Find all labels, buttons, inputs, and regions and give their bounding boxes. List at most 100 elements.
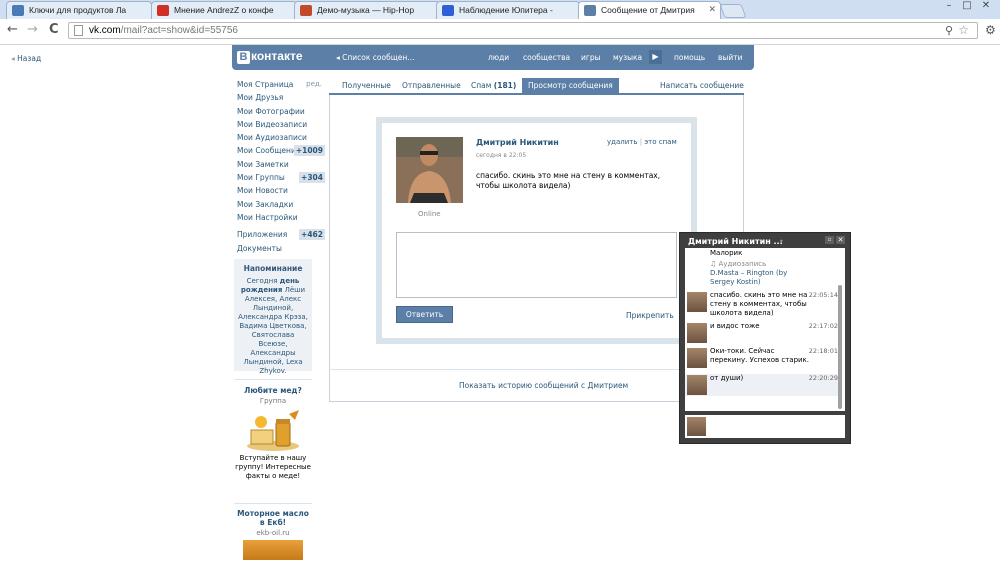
sidebar-item-audio[interactable]: Мои Аудиозаписи xyxy=(237,131,325,144)
reminder-names[interactable]: Лёши Алексея, Алекс Лындиной, Александра… xyxy=(238,286,308,375)
vk-logo[interactable]: Вконтакте xyxy=(237,49,303,64)
sidebar-item-groups[interactable]: Мои Группы +304 xyxy=(237,171,325,184)
sidebar-item-messages[interactable]: Мои Сообщения +1009 xyxy=(237,144,325,157)
back-link[interactable]: ◂ Назад xyxy=(11,54,41,63)
new-tab-button[interactable] xyxy=(719,4,747,18)
chat-title[interactable]: Дмитрий Никитин ... xyxy=(688,237,783,246)
chat-input[interactable] xyxy=(685,415,845,438)
reload-button[interactable]: C xyxy=(49,22,59,37)
sender-name[interactable]: Дмитрий Никитин xyxy=(476,138,559,147)
sidebar-item-my-page[interactable]: Моя Страница ред. xyxy=(237,78,325,91)
show-history-link[interactable]: Показать историю сообщений с Дмитрием xyxy=(459,381,628,390)
delete-link[interactable]: удалить xyxy=(607,138,638,146)
sidebar-item-label: Моя Страница xyxy=(237,80,294,89)
ad-title[interactable]: Любите мед? xyxy=(234,386,312,395)
minimize-chat-icon[interactable]: ▫ xyxy=(825,236,834,244)
chat-message-time: 22:05:14 xyxy=(808,291,838,299)
play-arrow-icon[interactable]: ▶ xyxy=(649,50,662,64)
birthday-reminder: Напоминание Сегодня день рождения Лёши А… xyxy=(234,259,312,375)
tab-sent[interactable]: Отправленные xyxy=(402,78,461,93)
chat-message-text: и видос тоже xyxy=(710,322,760,330)
audio-track-link[interactable]: D.Masta – Ringtоn (by Sergey Kostin) xyxy=(710,269,810,287)
forward-button[interactable]: → xyxy=(27,22,38,37)
sidebar-item-label: Мои Заметки xyxy=(237,159,289,169)
chat-avatar[interactable] xyxy=(687,292,707,312)
address-bar[interactable]: vk.com/mail?act=show&id=55756 ⚲ ☆ xyxy=(68,22,978,39)
chat-avatar[interactable] xyxy=(687,323,707,343)
close-tab-icon[interactable]: ✕ xyxy=(708,4,716,15)
groups-count-badge: +304 xyxy=(299,172,325,184)
honey-image[interactable] xyxy=(243,408,303,452)
chat-avatar[interactable] xyxy=(687,375,707,395)
sidebar-item-videos[interactable]: Мои Видеозаписи xyxy=(237,118,325,131)
apps-count-badge: +462 xyxy=(299,229,325,241)
maximize-window-button[interactable]: □ xyxy=(958,0,976,11)
back-button[interactable]: ← xyxy=(7,22,18,37)
browser-tab-4[interactable]: Наблюдение Юпитера - xyxy=(436,1,580,19)
ad-subtitle: ekb-oil.ru xyxy=(256,529,290,537)
search-icon[interactable]: ⚲ xyxy=(945,24,953,37)
tab-received[interactable]: Полученные xyxy=(342,78,391,93)
tab-spam[interactable]: Спам (181) xyxy=(471,78,516,93)
reminder-text-prefix: Сегодня xyxy=(246,277,280,285)
motor-oil-image[interactable] xyxy=(243,540,303,560)
sidebar-item-bookmarks[interactable]: Мои Закладки xyxy=(237,198,325,211)
sidebar-item-notes[interactable]: Мои Заметки xyxy=(237,158,325,171)
close-window-button[interactable]: ✕ xyxy=(977,0,995,11)
message-text: спасибо. скинь это мне на стену в коммен… xyxy=(476,171,661,190)
logo-text: контакте xyxy=(251,49,303,63)
mail-tabs: Полученные Отправленные Спам (181) Просм… xyxy=(329,78,744,95)
nav-people[interactable]: люди xyxy=(488,53,509,62)
tab-view-message[interactable]: Просмотр сообщения xyxy=(522,78,619,93)
nav-logout[interactable]: выйти xyxy=(718,53,742,62)
ad-honey[interactable]: Любите мед? Группа Вступайте в нашу груп… xyxy=(234,386,312,481)
sidebar-item-documents[interactable]: Документы xyxy=(237,242,325,255)
sidebar-item-friends[interactable]: Мои Друзья xyxy=(237,91,325,104)
settings-wrench-icon[interactable]: ⚙ xyxy=(985,23,996,37)
minimize-window-button[interactable]: – xyxy=(940,0,958,11)
spam-link[interactable]: это спам xyxy=(644,138,676,146)
tab-spam-label: Спам xyxy=(471,81,492,90)
browser-tab-5-active[interactable]: Сообщение от Дмитрия ✕ xyxy=(578,1,721,19)
tab-title: Наблюдение Юпитера - xyxy=(459,5,553,15)
browser-tab-1[interactable]: Ключи для продуктов Ла xyxy=(6,1,152,19)
music-note-icon: ♫ xyxy=(710,260,719,268)
nav-help[interactable]: помощь xyxy=(674,53,705,62)
message-list-back-link[interactable]: ◂ Список сообщен... xyxy=(336,53,414,62)
online-status: Online xyxy=(418,210,441,218)
sidebar-item-settings[interactable]: Мои Настройки xyxy=(237,211,325,224)
sender-avatar[interactable] xyxy=(396,137,463,203)
ad-motor-oil[interactable]: Моторное масло в Екб! ekb-oil.ru xyxy=(234,509,312,560)
browser-tab-2[interactable]: Мнение AndrezZ о конфе xyxy=(151,1,297,19)
reminder-title: Напоминание xyxy=(243,264,303,273)
ad-title[interactable]: Моторное масло в Екб! xyxy=(234,509,312,527)
reply-button[interactable]: Ответить xyxy=(396,306,453,323)
sidebar-item-news[interactable]: Мои Новости xyxy=(237,184,325,197)
close-chat-icon[interactable]: ✕ xyxy=(836,236,845,244)
bookmark-star-icon[interactable]: ☆ xyxy=(958,23,969,37)
reply-textarea[interactable] xyxy=(396,232,677,298)
chat-scrollbar[interactable] xyxy=(838,285,842,409)
nav-communities[interactable]: сообщества xyxy=(523,53,570,62)
browser-toolbar: ← → C vk.com/mail?act=show&id=55756 ⚲ ☆ … xyxy=(0,19,1000,45)
attach-link[interactable]: Прикрепить xyxy=(626,311,674,320)
browser-tab-bar: Ключи для продуктов Ла Мнение AndrezZ о … xyxy=(0,0,1000,19)
edit-link[interactable]: ред. xyxy=(306,78,322,91)
chat-avatar[interactable] xyxy=(687,348,707,368)
nav-music[interactable]: музыка xyxy=(613,53,642,62)
chat-message-time: 22:17:02 xyxy=(808,322,838,330)
sidebar-item-apps[interactable]: Приложения +462 xyxy=(237,228,325,241)
sidebar-item-photos[interactable]: Мои Фотографии xyxy=(237,105,325,118)
write-message-link[interactable]: Написать сообщение xyxy=(660,78,744,93)
message-actions: удалить | это спам xyxy=(607,138,677,146)
browser-tab-3[interactable]: Демо-музыка — Hip-Hop xyxy=(294,1,440,19)
sidebar-item-label: Приложения xyxy=(237,230,288,240)
sidebar-menu: Моя Страница ред. Мои Друзья Мои Фотограф… xyxy=(237,78,325,255)
site-header: Вконтакте ◂ Список сообщен... люди сообщ… xyxy=(232,45,754,70)
sidebar-item-label: Мои Настройки xyxy=(237,212,298,222)
messages-count-badge: +1009 xyxy=(293,145,325,157)
message-list-back-label: Список сообщен... xyxy=(342,53,415,62)
tab-title: Ключи для продуктов Ла xyxy=(29,5,127,15)
online-dot-icon: • xyxy=(779,237,784,246)
nav-games[interactable]: игры xyxy=(581,53,601,62)
